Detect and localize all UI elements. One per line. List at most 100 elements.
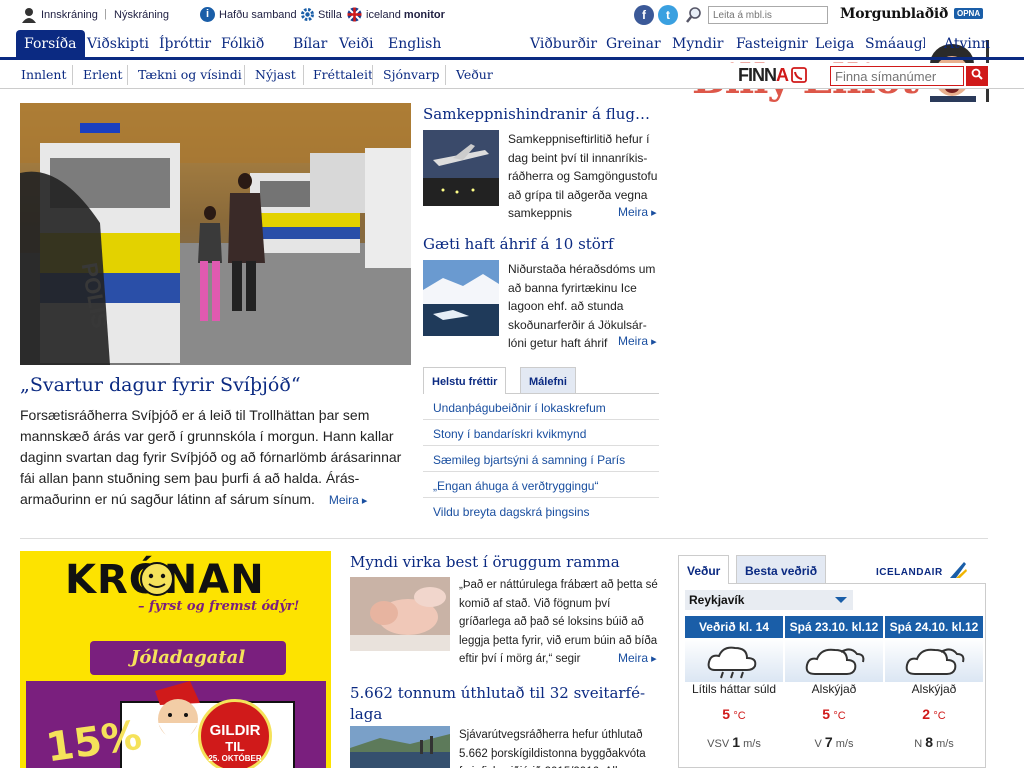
info-icon: i <box>200 7 215 22</box>
side-story-1-more[interactable]: Meira <box>614 205 657 219</box>
gear-icon <box>301 8 314 21</box>
weather-col-head: Spá 23.10. kl.12 <box>785 616 883 638</box>
story-kvoti-image[interactable] <box>350 726 450 768</box>
story-ramma-image[interactable] <box>350 577 450 651</box>
weather-temp-value: 5 <box>722 706 731 722</box>
finna-logo[interactable]: FINNA <box>738 65 808 86</box>
lead-more-link[interactable]: Meira <box>329 493 368 507</box>
register-link[interactable]: Nýskráning <box>114 9 169 21</box>
nav-vidburdir[interactable]: Viðburðir <box>530 36 597 52</box>
tab-malefni[interactable]: Málefni <box>520 367 576 393</box>
search-input[interactable] <box>708 6 828 24</box>
kronan-badge-line3: 25. OKTÓBER <box>208 754 262 763</box>
police-scene-image: POLIS <box>20 103 411 365</box>
weather-col-day2: Spá 24.10. kl.12 Alskýjað 2 °C N 8 m/s <box>885 616 983 766</box>
subnav-vedur[interactable]: Veður <box>456 67 493 82</box>
icelandair-logo[interactable]: ICELANDAIR <box>876 561 968 579</box>
phone-icon <box>791 67 808 83</box>
subnav-sjonvarp[interactable]: Sjónvarp <box>383 67 440 82</box>
morgunbladid-logo[interactable]: Morgunblaðið <box>840 6 948 22</box>
story-kvoti-text: Sjávarútvegsráðherra hefur úthlutað 5.66… <box>459 729 646 768</box>
nav-english[interactable]: English <box>388 36 441 52</box>
kronan-badge-line1: GILDIR <box>209 722 261 739</box>
main-nav: Forsíða Viðskipti Íþróttir Fólkið Bílar … <box>0 30 1024 60</box>
separator: | <box>104 8 107 20</box>
settings-link[interactable]: Stilla <box>318 9 342 21</box>
kronan-banner: Jóladagatal <box>90 641 286 675</box>
subnav-nyjast[interactable]: Nýjast <box>255 67 296 82</box>
nav-folkid[interactable]: Fólkið <box>221 36 264 52</box>
nav-greinar[interactable]: Greinar <box>606 36 661 52</box>
iceland-monitor-link[interactable]: iceland monitor <box>366 9 445 21</box>
weather-location-value: Reykjavík <box>689 593 745 607</box>
tab-helstu-frettir[interactable]: Helstu fréttir <box>423 367 507 394</box>
subnav-frettaleit[interactable]: Fréttaleit <box>313 67 373 82</box>
twitter-icon[interactable]: t <box>658 5 678 25</box>
subnav-innlent[interactable]: Innlent <box>21 67 67 82</box>
cloud-icon <box>905 648 965 675</box>
glacier-lagoon-image <box>423 260 499 336</box>
nav-vidskipti[interactable]: Viðskipti <box>87 36 149 52</box>
phone-search-input[interactable] <box>830 66 964 86</box>
weather-temp: 5 °C <box>685 706 783 722</box>
weather-body: Reykjavík Veðrið kl. 14 Lítils háttar sú… <box>678 583 986 768</box>
kronan-slogan: – fyrst og fremst ódýr! <box>138 599 300 614</box>
kronan-ad[interactable]: KRÓNAN – fyrst og fremst ódýr! Jóladagat… <box>20 551 331 768</box>
search-icon <box>971 68 983 80</box>
weather-wind-dir: V <box>814 738 822 750</box>
weather-tab-besta[interactable]: Besta veðrið <box>736 555 827 583</box>
finna-logo-b: A <box>776 65 788 85</box>
nav-veidi[interactable]: Veiði <box>339 36 374 52</box>
contact-link[interactable]: Hafðu samband <box>219 9 297 21</box>
finna-logo-a: FINN <box>738 65 777 85</box>
login-link[interactable]: Innskráning <box>41 9 98 21</box>
weather-wind: V 7 m/s <box>785 734 883 750</box>
kronan-badge: GILDIR TIL 25. OKTÓBER <box>198 699 272 768</box>
weather-wind-value: 1 <box>732 734 741 750</box>
search-icon[interactable] <box>685 6 703 24</box>
divider <box>127 65 128 85</box>
side-story-1-image[interactable] <box>423 130 499 206</box>
nav-fasteignir[interactable]: Fasteignir <box>736 36 808 52</box>
opna-badge[interactable]: OPNA <box>954 8 984 19</box>
weather-icon-area <box>785 638 883 682</box>
nav-forsida[interactable]: Forsíða <box>16 30 85 60</box>
cloud-icon <box>805 648 865 675</box>
weather-location-select[interactable]: Reykjavík <box>685 590 853 610</box>
harbor-image <box>350 726 450 768</box>
weather-wind: N 8 m/s <box>885 734 983 750</box>
side-story-2-more[interactable]: Meira <box>614 334 657 348</box>
story-kvoti-title[interactable]: 5.662 tonnum úthlutað til 32 sveitarfé­l… <box>350 683 650 725</box>
nav-bilar[interactable]: Bílar <box>293 36 327 52</box>
news-list-item[interactable]: Sæmileg bjartsýni á samning í París <box>423 446 659 472</box>
nav-atvinna[interactable]: Atvinna <box>944 36 990 52</box>
weather-tab-vedur[interactable]: Veður <box>678 555 730 584</box>
facebook-icon[interactable]: f <box>634 5 654 25</box>
lead-story-title[interactable]: „Svartur dagur fyrir Svíþjóð“ <box>20 374 410 396</box>
subnav-erlent[interactable]: Erlent <box>83 67 123 82</box>
divider <box>445 65 446 85</box>
side-story-2-title[interactable]: Gæti haft áhrif á 10 störf <box>423 235 659 253</box>
chevron-down-icon <box>835 597 847 603</box>
nav-myndir[interactable]: Myndir <box>672 36 723 52</box>
weather-wind-unit: m/s <box>743 738 761 750</box>
lead-story-image[interactable]: POLIS <box>20 103 411 365</box>
nav-smaaugl[interactable]: Smáaugl. <box>865 36 925 52</box>
news-list-item[interactable]: „Engan áhuga á verðtryggingu“ <box>423 472 659 498</box>
side-story-2-image[interactable] <box>423 260 499 336</box>
side-story-1-title[interactable]: Samkeppnishindranir á flug… <box>423 105 659 123</box>
section-divider <box>20 538 988 539</box>
news-list-item[interactable]: Stony í bandarískri kvikmynd <box>423 420 659 446</box>
top-bar: Innskráning | Nýskráning i Hafðu samband… <box>0 0 1024 30</box>
story-ramma-title[interactable]: Myndi virka best í öruggum ramma <box>350 553 670 571</box>
nav-ithrottir[interactable]: Íþróttir <box>159 36 211 52</box>
story-ramma-more[interactable]: Meira <box>614 651 657 665</box>
weather-wind-unit: m/s <box>835 738 854 750</box>
weather-temp-unit: °C <box>733 710 746 722</box>
subnav-taekni[interactable]: Tækni og vísindi <box>138 67 242 82</box>
phone-search-button[interactable] <box>966 66 988 86</box>
news-list-item[interactable]: Vildu breyta dagskrá þingsins <box>423 498 659 524</box>
nav-leiga[interactable]: Leiga <box>815 36 854 52</box>
news-list-item[interactable]: Undanþágubeiðnir í lokaskrefum <box>423 394 659 420</box>
iceland-monitor-a: iceland <box>366 9 401 21</box>
